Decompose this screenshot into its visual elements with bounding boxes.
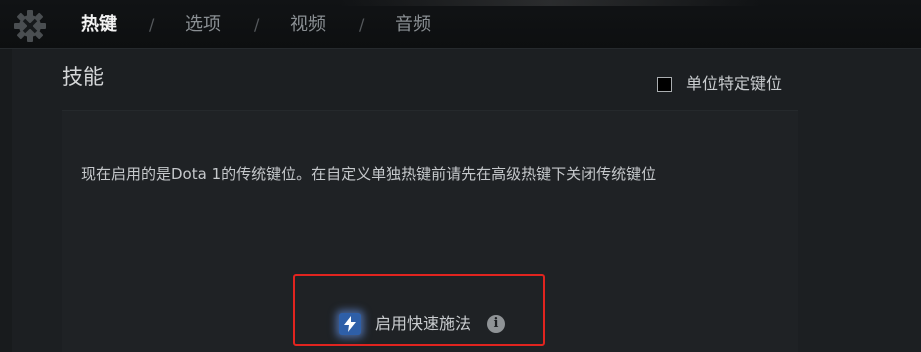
- tab-audio[interactable]: 音频: [395, 13, 431, 37]
- nav-separator: /: [149, 15, 155, 34]
- lightning-bolt-icon[interactable]: [339, 313, 361, 335]
- info-icon[interactable]: i: [487, 315, 506, 333]
- unit-specific-hotkeys-label: 单位特定键位: [686, 74, 783, 93]
- tab-hotkeys[interactable]: 热键: [81, 13, 117, 37]
- top-glow-decoration: [340, 0, 760, 6]
- section-title-abilities: 技能: [62, 65, 104, 89]
- left-edge-decoration: [0, 49, 12, 352]
- settings-nav-bar: 热键 / 选项 / 视频 / 音频: [0, 0, 921, 49]
- gear-icon[interactable]: [12, 8, 48, 44]
- tab-options[interactable]: 选项: [185, 13, 221, 37]
- enable-quickcast-label: 启用快速施法: [375, 314, 472, 333]
- enable-quickcast-option[interactable]: 启用快速施法 i: [339, 311, 506, 337]
- nav-separator: /: [359, 15, 365, 34]
- tab-video[interactable]: 视频: [290, 13, 326, 37]
- nav-separator: /: [254, 15, 260, 34]
- unit-specific-hotkeys-option[interactable]: 单位特定键位: [657, 73, 782, 95]
- settings-window: 热键 / 选项 / 视频 / 音频 技能 单位特定键位 现在启用的是Dota 1…: [0, 0, 921, 352]
- unit-specific-hotkeys-checkbox[interactable]: [657, 76, 672, 92]
- legacy-keys-notice: 现在启用的是Dota 1的传统键位。在自定义单独热键前请先在高级热键下关闭传统键…: [81, 165, 657, 183]
